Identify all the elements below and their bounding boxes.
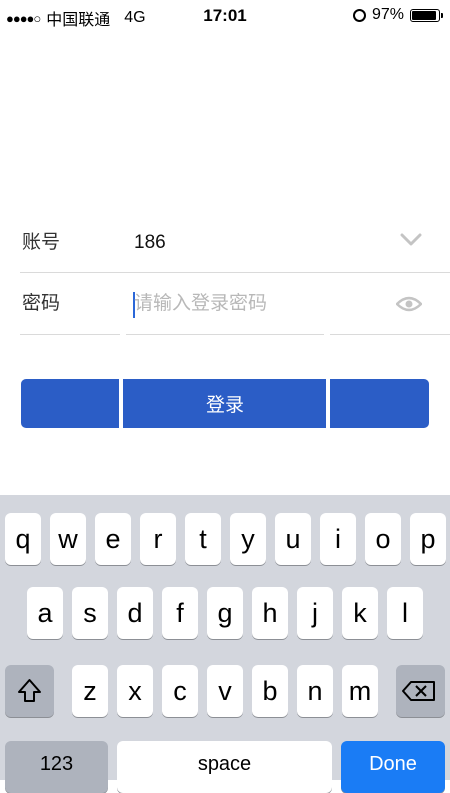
- keyboard: q w e r t y u i o p a s d f g h j k l z …: [0, 495, 450, 793]
- key-p[interactable]: p: [410, 513, 446, 565]
- key-a[interactable]: a: [27, 587, 63, 639]
- account-label: 账号: [22, 232, 61, 253]
- key-t[interactable]: t: [185, 513, 221, 565]
- key-q[interactable]: q: [5, 513, 41, 565]
- account-input[interactable]: 186: [134, 213, 166, 273]
- key-d[interactable]: d: [117, 587, 153, 639]
- shift-arrow-icon: [18, 679, 41, 702]
- key-c[interactable]: c: [162, 665, 198, 717]
- shift-key[interactable]: [5, 665, 54, 717]
- key-i[interactable]: i: [320, 513, 356, 565]
- space-key[interactable]: space: [117, 741, 332, 793]
- button-separator: [326, 379, 330, 428]
- password-divider-middle: [126, 334, 324, 335]
- password-divider-left: [20, 334, 120, 335]
- done-key[interactable]: Done: [341, 741, 445, 793]
- status-bar: ●●●●○ 中国联通 4G 17:01 97%: [0, 0, 450, 32]
- key-g[interactable]: g: [207, 587, 243, 639]
- key-w[interactable]: w: [50, 513, 86, 565]
- key-u[interactable]: u: [275, 513, 311, 565]
- numbers-key[interactable]: 123: [5, 741, 108, 793]
- key-r[interactable]: r: [140, 513, 176, 565]
- account-row: 账号 186: [0, 213, 450, 273]
- key-e[interactable]: e: [95, 513, 131, 565]
- chevron-down-icon[interactable]: [400, 233, 422, 247]
- key-z[interactable]: z: [72, 665, 108, 717]
- key-n[interactable]: n: [297, 665, 333, 717]
- key-j[interactable]: j: [297, 587, 333, 639]
- password-divider-right: [330, 334, 450, 335]
- key-y[interactable]: y: [230, 513, 266, 565]
- key-s[interactable]: s: [72, 587, 108, 639]
- account-divider: [20, 272, 450, 273]
- backspace-icon: [402, 681, 435, 701]
- battery-icon: [410, 8, 443, 22]
- key-b[interactable]: b: [252, 665, 288, 717]
- alarm-icon: [352, 8, 366, 22]
- login-button[interactable]: 登录: [21, 379, 429, 428]
- password-label: 密码: [22, 293, 61, 314]
- key-v[interactable]: v: [207, 665, 243, 717]
- battery-percent: 97%: [371, 6, 404, 23]
- key-f[interactable]: f: [162, 587, 198, 639]
- key-x[interactable]: x: [117, 665, 153, 717]
- button-separator: [119, 379, 123, 428]
- password-input[interactable]: [134, 288, 364, 320]
- key-l[interactable]: l: [387, 587, 423, 639]
- key-h[interactable]: h: [252, 587, 288, 639]
- backspace-key[interactable]: [396, 665, 445, 717]
- eye-icon[interactable]: [396, 296, 422, 312]
- key-m[interactable]: m: [342, 665, 378, 717]
- key-k[interactable]: k: [342, 587, 378, 639]
- password-row: 密码: [0, 274, 450, 334]
- key-o[interactable]: o: [365, 513, 401, 565]
